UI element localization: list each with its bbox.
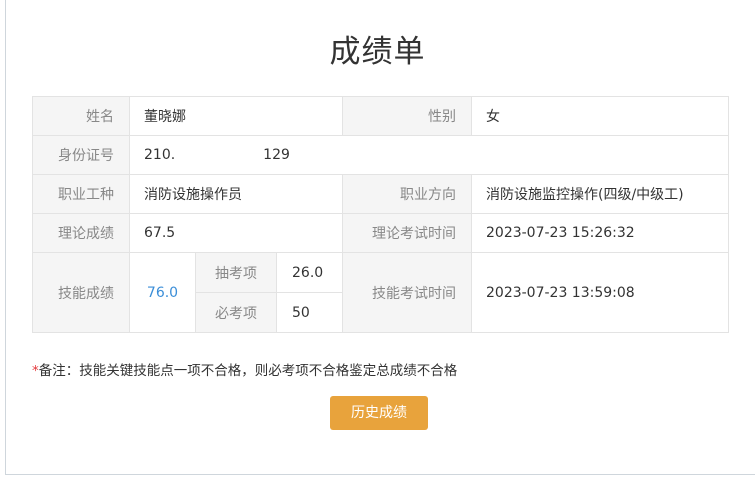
table-row: 职业工种 消防设施操作员 职业方向 消防设施监控操作(四级/中级工) [32, 174, 729, 214]
score-table: 姓名 董晓娜 性别 女 身份证号 210. 129 职业工种 消防设施操作员 职业… [32, 96, 729, 333]
remark-note: *备注：技能关键技能点一项不合格，则必考项不合格鉴定总成绩不合格 [32, 359, 457, 379]
required-item-score: 50 [276, 292, 343, 333]
occupation-value: 消防设施操作员 [129, 174, 343, 214]
table-row: 技能成绩 76.0 抽考项 26.0 技能考试时间 2023-07-23 13:… [32, 252, 729, 333]
table-row: 理论成绩 67.5 理论考试时间 2023-07-23 15:26:32 [32, 213, 729, 253]
remark-text: 备注：技能关键技能点一项不合格，则必考项不合格鉴定总成绩不合格 [38, 363, 458, 379]
table-row: 身份证号 210. 129 [32, 135, 729, 175]
skill-time-label: 技能考试时间 [342, 252, 472, 333]
name-value: 董晓娜 [129, 96, 343, 136]
occupation-label: 职业工种 [32, 174, 130, 214]
skill-time-value: 2023-07-23 13:59:08 [471, 252, 729, 333]
name-label: 姓名 [32, 96, 130, 136]
page-title: 成绩单 [329, 34, 426, 70]
theory-score-label: 理论成绩 [32, 213, 130, 253]
gender-value: 女 [471, 96, 729, 136]
drawn-item-score: 26.0 [276, 252, 343, 293]
gender-label: 性别 [342, 96, 472, 136]
theory-score-value: 67.5 [129, 213, 343, 253]
required-marker: * [32, 363, 39, 379]
direction-value: 消防设施监控操作(四级/中级工) [471, 174, 729, 214]
skill-score-value: 76.0 [129, 252, 196, 333]
skill-score-label: 技能成绩 [32, 252, 130, 333]
id-number-label: 身份证号 [32, 135, 130, 175]
table-row: 姓名 董晓娜 性别 女 [32, 96, 729, 136]
theory-time-value: 2023-07-23 15:26:32 [471, 213, 729, 253]
required-item-label: 必考项 [195, 292, 277, 333]
history-scores-button[interactable]: 历史成绩 [330, 396, 428, 430]
id-number-prefix: 210. [144, 147, 176, 163]
id-number-value: 210. 129 [129, 135, 729, 175]
drawn-item-label: 抽考项 [195, 252, 277, 293]
direction-label: 职业方向 [342, 174, 472, 214]
theory-time-label: 理论考试时间 [342, 213, 472, 253]
id-number-suffix: 129 [263, 147, 290, 163]
